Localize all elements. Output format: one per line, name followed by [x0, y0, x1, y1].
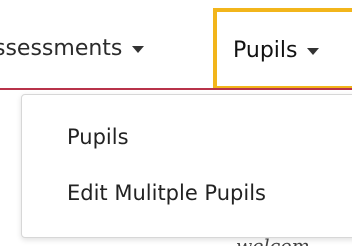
nav-active-underline	[0, 88, 352, 90]
nav-item-pupils-focused[interactable]: Pupils	[213, 8, 352, 90]
dropdown-item-pupils-label: Pupils	[67, 125, 129, 149]
dropdown-item-pupils[interactable]: Pupils	[67, 121, 129, 153]
chevron-down-icon	[132, 45, 145, 53]
nav-item-assessments-label: ssessments	[0, 35, 123, 61]
nav-item-pupils[interactable]: Pupils	[233, 30, 320, 70]
nav-item-assessments[interactable]: ssessments	[0, 28, 145, 68]
pupils-dropdown-menu: Pupils Edit Mulitple Pupils	[21, 94, 352, 238]
dropdown-item-edit-multiple-pupils-label: Edit Mulitple Pupils	[67, 181, 266, 205]
dropdown-item-edit-multiple-pupils[interactable]: Edit Mulitple Pupils	[67, 177, 266, 209]
top-navigation-bar: ssessments Pupils	[0, 0, 352, 92]
nav-item-pupils-label: Pupils	[233, 37, 298, 63]
viewport: ssessments Pupils welcom Pupils Edit Mul…	[0, 0, 352, 246]
chevron-down-icon	[307, 47, 320, 55]
